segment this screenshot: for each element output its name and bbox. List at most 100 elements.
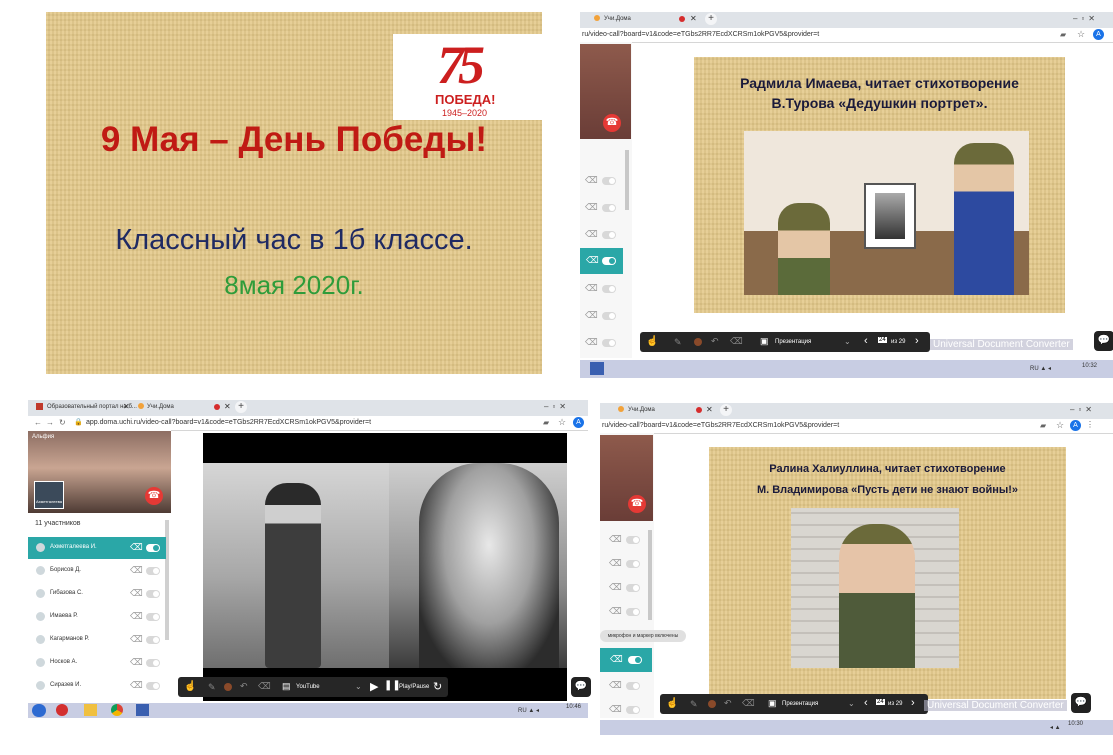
url-text[interactable]: ru/video-call?board=v1&code=eTGbs2RR7Ecd… — [602, 422, 839, 429]
star-icon[interactable]: ☆ — [558, 417, 566, 428]
page-input[interactable]: 24 — [876, 699, 885, 705]
next-slide-button[interactable]: › — [915, 335, 919, 347]
hangup-icon[interactable]: ☎ — [603, 114, 621, 132]
play-icon[interactable]: ▶ — [370, 680, 378, 693]
camera-icon[interactable]: ▰ — [1040, 421, 1046, 430]
next-slide-button[interactable]: › — [911, 697, 915, 709]
profile-icon[interactable]: A — [1093, 29, 1104, 40]
marker-toggle[interactable] — [626, 706, 640, 714]
marker-toggle[interactable] — [602, 285, 616, 293]
eraser-icon[interactable]: ⌫ — [586, 255, 599, 266]
marker-toggle[interactable] — [146, 682, 160, 690]
scrollbar[interactable] — [648, 530, 652, 620]
eraser-icon[interactable]: ⌫ — [609, 704, 622, 715]
tab-close-icon[interactable]: ✕ — [706, 405, 713, 414]
active-participant-row[interactable]: ⌫ — [580, 248, 623, 274]
mode-select[interactable]: YouTube — [296, 684, 320, 690]
reload-icon[interactable]: ↻ — [59, 418, 66, 427]
marker-toggle[interactable] — [146, 636, 160, 644]
chat-button[interactable]: 💬 — [1071, 693, 1091, 713]
eraser-icon[interactable]: ⌫ — [742, 698, 755, 709]
page-input[interactable]: 24 — [878, 337, 887, 343]
participant-row[interactable]: Носков А. ⌫ — [28, 652, 166, 674]
eraser-icon[interactable]: ⌫ — [609, 606, 622, 617]
eraser-icon[interactable]: ⌫ — [585, 175, 598, 186]
play-pause-label[interactable]: Play/Pause — [399, 684, 429, 690]
chat-button[interactable]: 💬 — [571, 677, 591, 697]
opera-icon[interactable] — [56, 704, 68, 716]
star-icon[interactable]: ☆ — [1077, 29, 1085, 40]
start-button-icon[interactable] — [32, 704, 46, 717]
eraser-icon[interactable]: ⌫ — [130, 680, 143, 691]
chevron-down-icon[interactable]: ⌄ — [848, 699, 855, 708]
participant-row[interactable]: Кагарманов Р. ⌫ — [28, 629, 166, 651]
color-picker-icon[interactable] — [708, 700, 716, 708]
marker-toggle[interactable] — [626, 536, 640, 544]
taskbar-app-icon[interactable] — [136, 704, 149, 716]
eraser-icon[interactable]: ⌫ — [585, 283, 598, 294]
star-icon[interactable]: ☆ — [1056, 420, 1064, 431]
marker-toggle[interactable] — [626, 682, 640, 690]
chevron-down-icon[interactable]: ⌄ — [355, 682, 362, 691]
marker-toggle[interactable] — [146, 659, 160, 667]
marker-toggle[interactable] — [602, 312, 616, 320]
marker-toggle[interactable] — [626, 608, 640, 616]
eraser-icon[interactable]: ⌫ — [610, 654, 623, 665]
eraser-icon[interactable]: ⌫ — [585, 337, 598, 348]
mode-select[interactable]: Презентация — [782, 701, 818, 707]
camera-icon[interactable]: ▰ — [1060, 30, 1066, 39]
pen-icon[interactable]: ✎ — [690, 699, 698, 710]
color-picker-icon[interactable] — [224, 683, 232, 691]
tab-close-icon[interactable]: ✕ — [690, 14, 697, 23]
window-controls[interactable]: –▫✕ — [1070, 405, 1096, 414]
pointer-icon[interactable]: ☝ — [646, 336, 658, 347]
marker-toggle[interactable] — [626, 584, 640, 592]
chrome-icon[interactable] — [111, 704, 123, 716]
participant-row[interactable]: Сиразев И. ⌫ — [28, 675, 166, 697]
marker-toggle[interactable] — [602, 204, 616, 212]
pointer-icon[interactable]: ☝ — [666, 698, 678, 709]
eraser-icon[interactable]: ⌫ — [585, 229, 598, 240]
tab-uchi-doma[interactable]: Учи.Дома — [628, 407, 655, 413]
window-controls[interactable]: –▫✕ — [1073, 14, 1099, 23]
eraser-icon[interactable]: ⌫ — [609, 582, 622, 593]
marker-toggle[interactable] — [146, 613, 160, 621]
pen-icon[interactable]: ✎ — [208, 682, 216, 693]
p4-address-bar[interactable]: ru/video-call?board=v1&code=eTGbs2RR7Ecd… — [600, 419, 1113, 434]
participant-row[interactable]: Борисов Д. ⌫ — [28, 560, 166, 582]
camera-icon[interactable]: ▰ — [543, 418, 549, 427]
hangup-icon[interactable]: ☎ — [628, 495, 646, 513]
tab-close-icon[interactable]: ✕ — [224, 402, 231, 411]
folder-icon[interactable] — [84, 704, 97, 716]
eraser-icon[interactable]: ⌫ — [258, 681, 271, 692]
marker-toggle[interactable] — [602, 339, 616, 347]
tab-uchi-doma[interactable]: Учи.Дома — [604, 16, 631, 22]
forward-icon[interactable]: → — [46, 418, 54, 427]
prev-slide-button[interactable]: ‹ — [864, 335, 868, 347]
eraser-icon[interactable]: ⌫ — [585, 310, 598, 321]
eraser-icon[interactable]: ⌫ — [730, 336, 743, 347]
chevron-down-icon[interactable]: ⌄ — [844, 337, 851, 346]
refresh-icon[interactable]: ↻ — [433, 680, 442, 693]
taskbar-app-icon[interactable] — [590, 362, 604, 375]
url-text[interactable]: ru/video-call?board=v1&code=eTGbs2RR7Ecd… — [582, 31, 819, 38]
eraser-icon[interactable]: ⌫ — [130, 542, 143, 553]
eraser-icon[interactable]: ⌫ — [609, 680, 622, 691]
menu-icon[interactable]: ⋮ — [1086, 420, 1094, 429]
participant-row[interactable]: Гибазова С. ⌫ — [28, 583, 166, 605]
p2-address-bar[interactable]: ru/video-call?board=v1&code=eTGbs2RR7Ecd… — [580, 28, 1113, 43]
eraser-icon[interactable]: ⌫ — [130, 634, 143, 645]
pen-icon[interactable]: ✎ — [674, 337, 682, 348]
scrollbar[interactable] — [625, 150, 629, 210]
eraser-icon[interactable]: ⌫ — [609, 558, 622, 569]
eraser-icon[interactable]: ⌫ — [585, 202, 598, 213]
active-participant-row[interactable]: ⌫ — [600, 648, 652, 672]
window-controls[interactable]: –▫✕ — [544, 402, 570, 411]
back-icon[interactable]: ← — [34, 418, 42, 427]
eraser-icon[interactable]: ⌫ — [130, 611, 143, 622]
marker-toggle[interactable] — [628, 656, 642, 664]
new-tab-button[interactable]: + — [720, 404, 732, 416]
marker-toggle[interactable] — [146, 567, 160, 575]
marker-toggle[interactable] — [602, 177, 616, 185]
marker-toggle[interactable] — [602, 231, 616, 239]
